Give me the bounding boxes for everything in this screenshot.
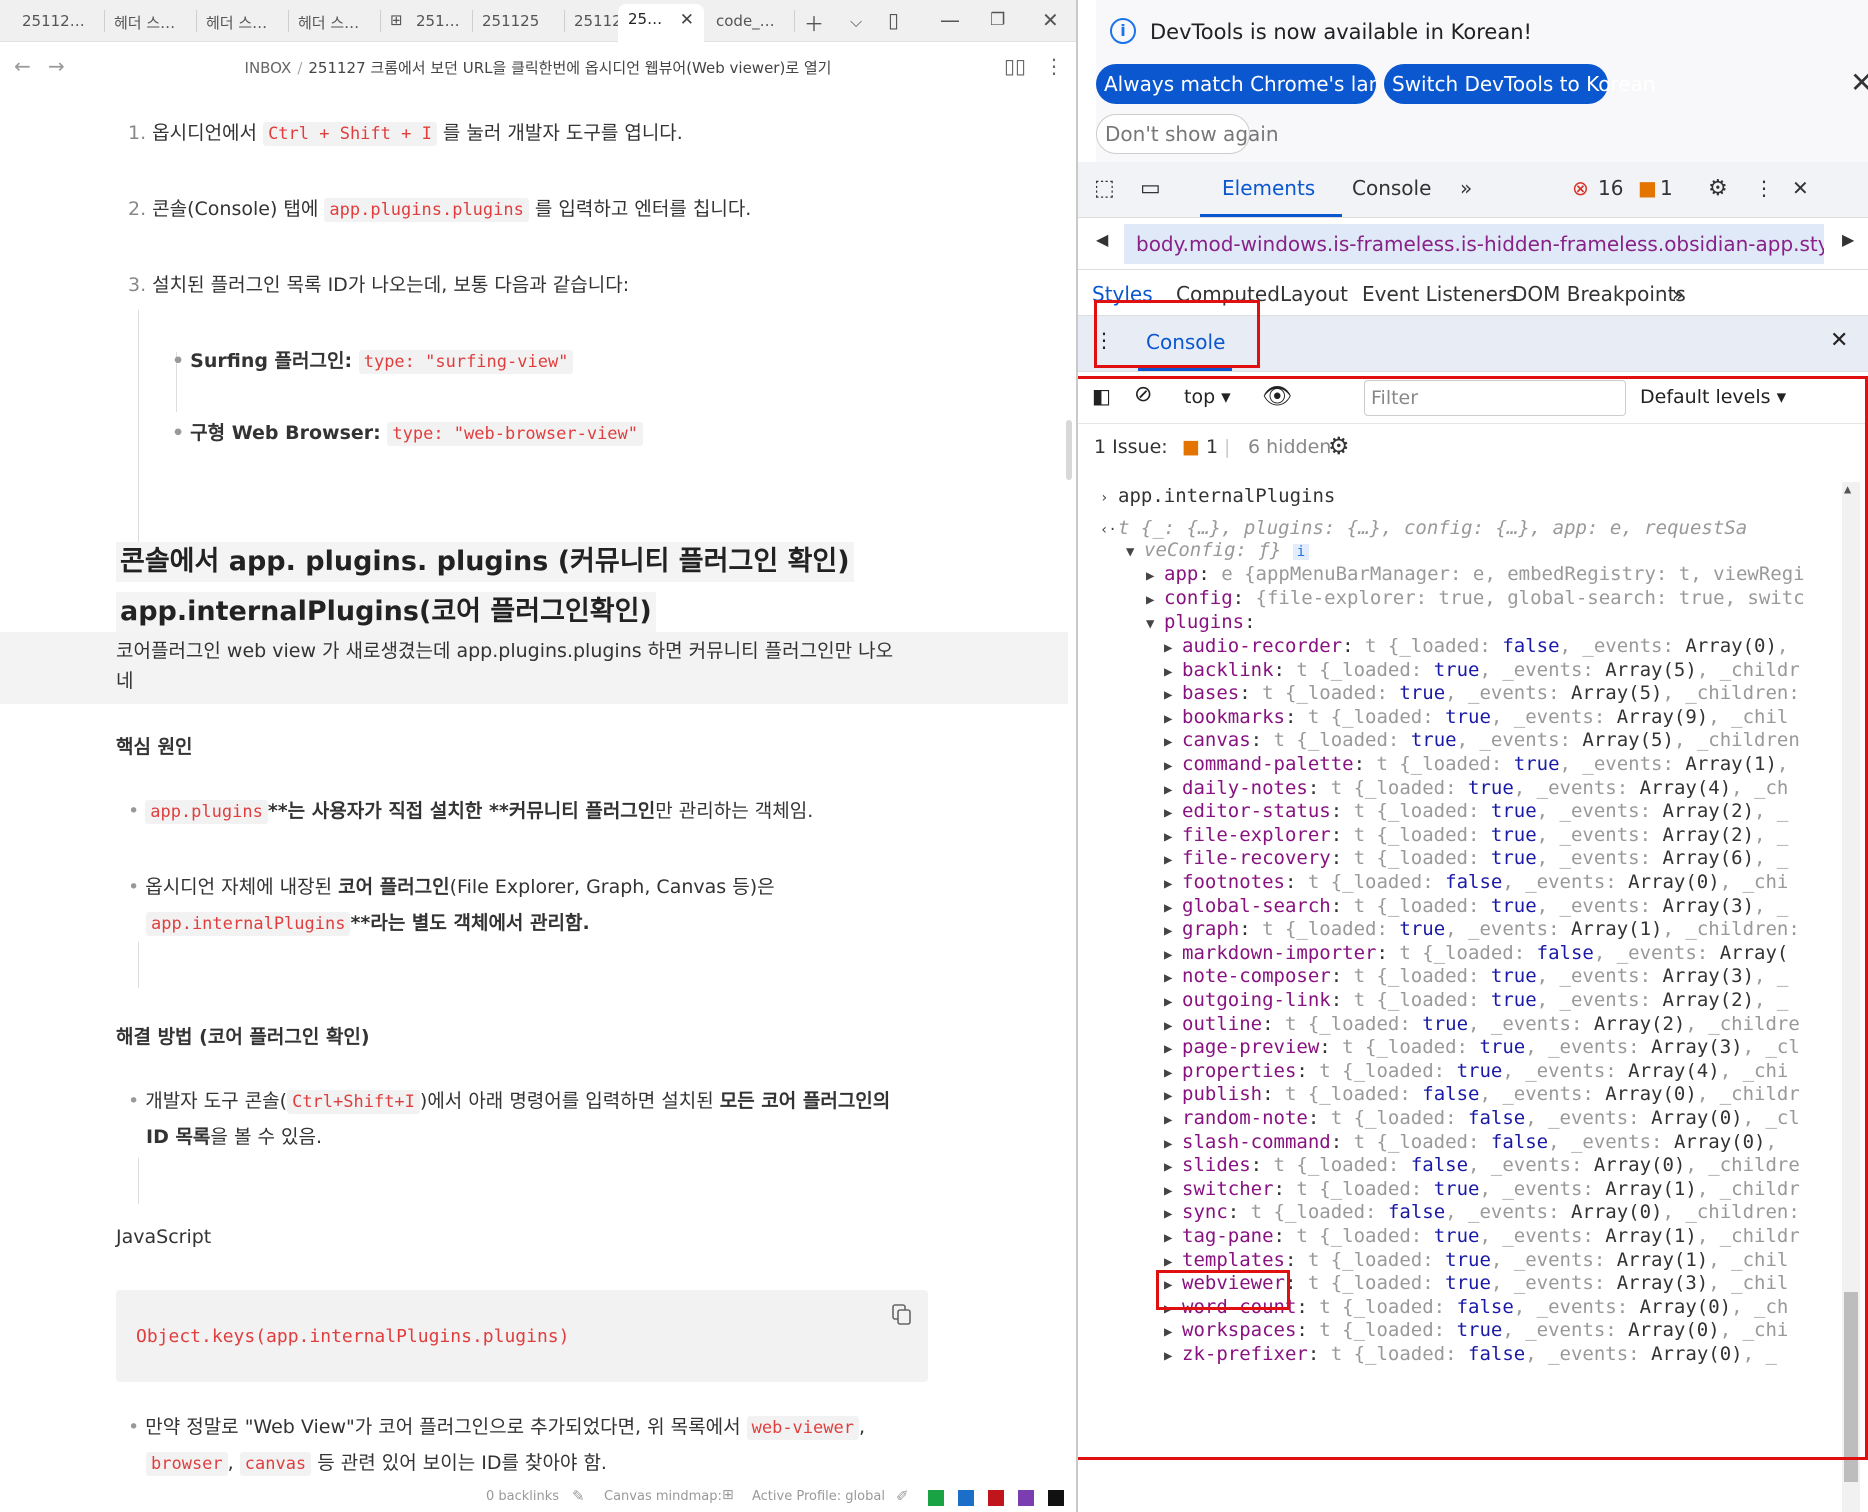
color-swatch-blue[interactable]	[958, 1490, 974, 1506]
section-title: 핵심 원인	[116, 736, 193, 758]
tab-label: 25…	[628, 10, 663, 28]
switch-to-korean-button[interactable]: Switch DevTools to Korean	[1384, 64, 1655, 104]
nav-header: ← → INBOX/251127 크롬에서 보던 URL을 클릭한번에 옵시디언…	[0, 42, 1076, 92]
highlight-text: 코어플러그인 web view 가 새로생겼는데 app.plugins.plu…	[116, 640, 894, 692]
tab[interactable]: 헤더 스…	[196, 6, 286, 36]
color-swatch-purple[interactable]	[1018, 1490, 1034, 1506]
status-bar: 0 backlinks ✎ Canvas mindmap: ⊞ Active P…	[0, 1482, 1076, 1512]
tab-active[interactable]: 25… ✕	[618, 4, 704, 42]
list-item: 2. 콘솔(Console) 탭에 app.plugins.plugins 를 입…	[128, 198, 752, 222]
color-swatch-black[interactable]	[1048, 1490, 1064, 1506]
tab[interactable]: 25112…	[12, 6, 102, 36]
tab[interactable]: ⊞ 251…	[380, 6, 470, 36]
infobar-message: DevTools is now available in Korean!	[1150, 20, 1532, 44]
section-title: 해결 방법 (코어 플러그인 확인)	[116, 1026, 370, 1048]
close-tab-icon[interactable]: ✕	[680, 10, 694, 30]
list-item-cont: ID 목록을 볼 수 있음.	[146, 1126, 322, 1148]
list-item: 3. 설치된 플러그인 목록 ID가 나오는데, 보통 다음과 같습니다:	[128, 274, 630, 296]
info-icon: i	[1110, 18, 1136, 44]
warning-count[interactable]: 1	[1660, 176, 1673, 200]
inspect-element-icon[interactable]: ⬚	[1094, 176, 1115, 201]
list-item-cont: app.internalPlugins **라는 별도 객체에서 관리함.	[146, 908, 590, 939]
grid-icon: ⊞	[390, 11, 403, 29]
list-item: • Surfing 플러그인: type: "surfing-view"	[172, 346, 574, 377]
list-item: • 구형 Web Browser: type: "web-browser-view…	[172, 418, 644, 449]
devtools-panel: i DevTools is now available in Korean! A…	[1078, 0, 1868, 1512]
language-infobar: i DevTools is now available in Korean! A…	[1096, 0, 1868, 162]
dont-show-again-button[interactable]: Don't show again	[1096, 114, 1279, 154]
color-swatch-green[interactable]	[928, 1490, 944, 1506]
scroll-left-icon[interactable]: ◀	[1096, 230, 1108, 249]
device-toolbar-icon[interactable]: ▭	[1140, 176, 1161, 201]
close-devtools-icon[interactable]: ✕	[1792, 176, 1809, 200]
more-options-icon[interactable]: ⋮	[1044, 54, 1064, 78]
code-block: Object.keys(app.internalPlugins.plugins)	[116, 1290, 928, 1382]
more-subtabs-icon[interactable]: »	[1672, 282, 1684, 306]
chevron-down-icon[interactable]: ⌵	[850, 12, 862, 32]
list-item: • 개발자 도구 콘솔(Ctrl+Shift+I)에서 아래 명령어를 입력하면 …	[128, 1090, 891, 1114]
tab-console[interactable]: Console	[1352, 176, 1431, 200]
grid-icon[interactable]: ⊞	[722, 1487, 734, 1503]
annotation-box	[1078, 376, 1868, 1460]
list-item: 1. 옵시디언에서 Ctrl + Shift + I 를 눌러 개발자 도구를 엽…	[128, 122, 683, 146]
breadcrumb-root[interactable]: INBOX	[245, 59, 292, 77]
tab[interactable]: code_…	[706, 6, 792, 36]
tab-label: 251…	[416, 12, 460, 30]
sidebar-toggle-icon[interactable]: ▯	[888, 8, 899, 32]
code-lang-label: JavaScript	[116, 1226, 212, 1248]
list-item: • app.plugins **는 사용자가 직접 설치한 **커뮤니티 플러그인만…	[128, 800, 814, 824]
backlinks-count[interactable]: 0 backlinks	[486, 1489, 559, 1504]
tab[interactable]: 헤더 스…	[104, 6, 194, 36]
restore-icon[interactable]: ❐	[990, 10, 1005, 30]
tab[interactable]: 헤더 스…	[288, 6, 378, 36]
active-profile[interactable]: Active Profile: global	[752, 1489, 885, 1504]
list-item-cont: browser, canvas 등 관련 있어 보이는 ID를 찾아야 함.	[146, 1448, 607, 1479]
close-drawer-icon[interactable]: ✕	[1830, 328, 1848, 353]
obsidian-window: 25112… 헤더 스… 헤더 스… 헤더 스… ⊞ 251… 251125 2…	[0, 0, 1076, 1512]
code-line: Object.keys(app.internalPlugins.plugins)	[136, 1326, 570, 1347]
heading: 콘솔에서 app. plugins. plugins (커뮤니티 플러그인 확인…	[116, 542, 854, 582]
note-content: 1. 옵시디언에서 Ctrl + Shift + I 를 눌러 개발자 도구를 엽…	[0, 92, 1068, 1482]
settings-gear-icon[interactable]: ⚙	[1708, 176, 1728, 201]
canvas-mindmap-label: Canvas mindmap:	[604, 1489, 722, 1504]
close-window-icon[interactable]: ✕	[1042, 8, 1059, 32]
annotation-box	[1094, 300, 1260, 368]
heading: app.internalPlugins(코어 플러그인확인)	[116, 592, 656, 632]
warning-icon[interactable]: ■	[1638, 176, 1657, 200]
subtab-event-listeners[interactable]: Event Listeners	[1362, 282, 1517, 306]
subtab-dom-breakpoints[interactable]: DOM Breakpoints	[1512, 282, 1686, 306]
tab[interactable]: 251125	[472, 6, 562, 36]
minimize-icon[interactable]: —	[940, 8, 960, 32]
always-match-language-button[interactable]: Always match Chrome's language	[1096, 64, 1444, 104]
breadcrumb-current[interactable]: 251127 크롬에서 보던 URL을 클릭한번에 옵시디언 웹뷰어(Web v…	[308, 59, 831, 77]
reading-view-icon[interactable]: ▯▯	[1004, 54, 1026, 78]
list-item: • 만약 정말로 "Web View"가 코어 플러그인으로 추가되었다면, 위 …	[128, 1416, 866, 1440]
dom-breadcrumb-selected[interactable]: body.mod-windows.is-frameless.is-hidden-…	[1124, 224, 1824, 264]
pencil-icon[interactable]: ✎	[572, 1487, 585, 1505]
dom-breadcrumb-bar: ◀ body.mod-windows.is-frameless.is-hidde…	[1078, 218, 1868, 270]
error-icon[interactable]: ⊗	[1572, 176, 1589, 200]
close-icon[interactable]: ✕	[1850, 66, 1868, 99]
devtools-toolbar: ⬚ ▭ Elements Console » ⊗ 16 ■ 1 ⚙ ⋮ ✕	[1078, 162, 1868, 218]
color-swatch-red[interactable]	[988, 1490, 1004, 1506]
more-options-icon[interactable]: ⋮	[1754, 176, 1774, 200]
tab-bar: 25112… 헤더 스… 헤더 스… 헤더 스… ⊞ 251… 251125 2…	[0, 0, 1076, 42]
error-count[interactable]: 16	[1598, 176, 1623, 200]
highlighter-icon[interactable]: ✐	[896, 1487, 909, 1505]
more-tabs-icon[interactable]: »	[1460, 176, 1472, 200]
list-item: • 옵시디언 자체에 내장된 코어 플러그인(File Explorer, Gra…	[128, 876, 775, 898]
breadcrumb: INBOX/251127 크롬에서 보던 URL을 클릭한번에 옵시디언 웹뷰어…	[244, 59, 832, 77]
scroll-right-icon[interactable]: ▶	[1842, 230, 1854, 249]
subtab-layout[interactable]: Layout	[1280, 282, 1348, 306]
new-tab-icon[interactable]: ＋	[804, 8, 824, 37]
copy-icon[interactable]	[892, 1304, 912, 1326]
tab-elements[interactable]: Elements	[1222, 176, 1315, 200]
scrollbar[interactable]	[1066, 420, 1072, 480]
